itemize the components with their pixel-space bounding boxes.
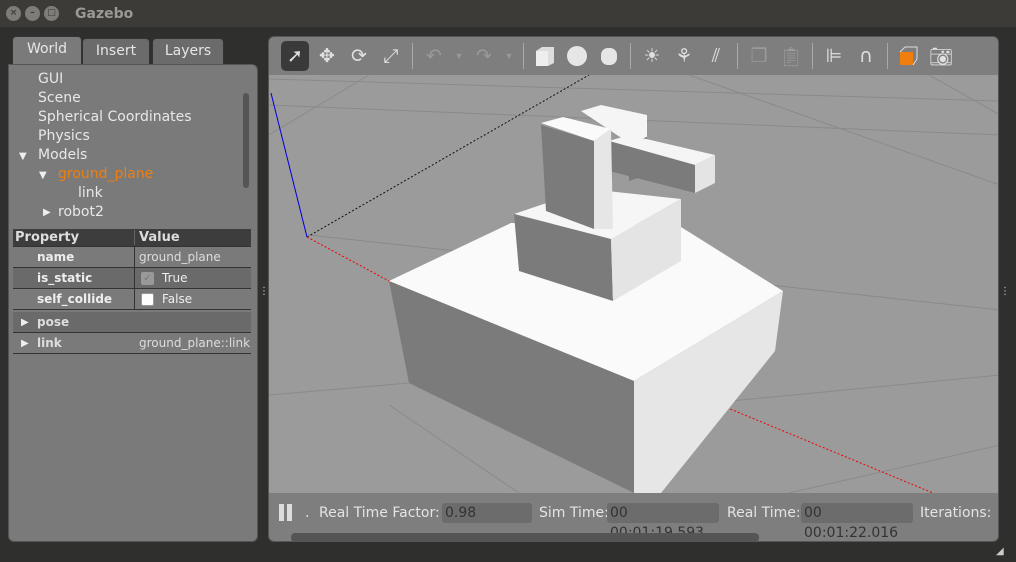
tree-item-ground-plane[interactable]: ground_plane bbox=[58, 166, 153, 182]
maximize-window-button[interactable]: □ bbox=[44, 6, 59, 21]
tree-item-physics[interactable]: Physics bbox=[38, 128, 90, 144]
translate-icon[interactable]: ✥ bbox=[313, 41, 341, 71]
cylinder-icon[interactable] bbox=[595, 41, 623, 71]
window-title: Gazebo bbox=[75, 5, 134, 22]
tree-item-link[interactable]: link bbox=[78, 185, 103, 201]
redo-dropdown-icon[interactable]: ▾ bbox=[502, 41, 516, 71]
real-time-value: 00 00:01:22.016 bbox=[801, 503, 913, 541]
sim-time-label: Sim Time: bbox=[539, 505, 609, 521]
undo-icon[interactable]: ↶ bbox=[420, 41, 448, 71]
iterations-label: Iterations: bbox=[920, 505, 992, 521]
world-panel: GUI Scene Spherical Coordinates Physics … bbox=[8, 64, 258, 542]
property-value: ground_plane::link bbox=[139, 336, 251, 350]
sphere-icon[interactable] bbox=[563, 41, 591, 71]
pause-icon[interactable] bbox=[279, 504, 284, 521]
scene-render[interactable] bbox=[269, 74, 999, 494]
real-time-factor-label: Real Time Factor: bbox=[319, 505, 440, 521]
property-key: self_collide bbox=[13, 289, 135, 309]
property-value: False bbox=[162, 292, 193, 306]
status-bar: . Real Time Factor: 0.98 Sim Time: 00 00… bbox=[269, 493, 998, 541]
property-key: is_static bbox=[13, 268, 135, 288]
tree-item-gui[interactable]: GUI bbox=[38, 71, 63, 87]
resize-grip-icon[interactable]: ◢ bbox=[996, 546, 1004, 557]
box-icon[interactable] bbox=[531, 41, 559, 71]
property-row-pose[interactable]: ▶ pose bbox=[13, 312, 251, 333]
value-column-header: Value bbox=[139, 230, 180, 245]
horizontal-scrollbar[interactable] bbox=[291, 533, 759, 541]
tree-scrollbar[interactable] bbox=[243, 93, 249, 188]
paste-icon[interactable]: 📋︎ bbox=[777, 41, 805, 71]
tab-insert[interactable]: Insert bbox=[82, 38, 150, 65]
sim-time-value: 00 00:01:19.593 bbox=[607, 503, 719, 541]
splitter-handle-right[interactable]: ⋮ bbox=[1000, 286, 1010, 297]
toolbar: ➚ ✥ ⟳ ⤢ ↶ ▾ ↷ ▾ ☀ ⚘ ⫽ ❐ 📋︎ ⊫ ∩ 📷︎ bbox=[269, 37, 998, 75]
step-icon[interactable]: . bbox=[305, 505, 309, 521]
real-time-factor-value: 0.98 bbox=[442, 503, 532, 523]
property-key: name bbox=[13, 247, 135, 267]
3d-viewport[interactable] bbox=[269, 74, 999, 494]
scene-panel: ➚ ✥ ⟳ ⤢ ↶ ▾ ↷ ▾ ☀ ⚘ ⫽ ❐ 📋︎ ⊫ ∩ 📷︎ . Real… bbox=[268, 36, 999, 542]
align-icon[interactable]: ⊫ bbox=[820, 41, 848, 71]
pause-icon-bar bbox=[287, 504, 292, 521]
is-static-checkbox[interactable]: ✓ bbox=[141, 271, 154, 285]
spot-light-icon[interactable]: ⚘ bbox=[670, 41, 698, 71]
directional-light-icon[interactable]: ⫽ bbox=[702, 41, 730, 71]
title-bar: × – □ Gazebo bbox=[0, 0, 1016, 27]
self-collide-checkbox[interactable] bbox=[141, 292, 154, 306]
screenshot-camera-icon[interactable]: 📷︎ bbox=[927, 41, 955, 71]
minimize-window-button[interactable]: – bbox=[25, 6, 40, 21]
robot-model bbox=[389, 105, 783, 493]
property-value: True bbox=[162, 271, 188, 285]
z-axis-line bbox=[270, 92, 308, 238]
tab-world[interactable]: World bbox=[12, 36, 82, 65]
splitter-handle[interactable]: ⋮ bbox=[259, 286, 269, 297]
x-axis-line bbox=[306, 236, 390, 282]
property-row-self-collide[interactable]: self_collide False bbox=[13, 289, 251, 310]
close-window-button[interactable]: × bbox=[6, 6, 21, 21]
scale-icon[interactable]: ⤢ bbox=[377, 41, 405, 71]
tree-item-robot2[interactable]: robot2 bbox=[58, 204, 104, 220]
expand-down-icon[interactable]: ▼ bbox=[19, 151, 27, 162]
view-angle-icon[interactable] bbox=[895, 41, 923, 71]
property-column-header: Property bbox=[13, 230, 135, 245]
undo-dropdown-icon[interactable]: ▾ bbox=[452, 41, 466, 71]
tree-item-scene[interactable]: Scene bbox=[38, 90, 81, 106]
tree-item-models[interactable]: Models bbox=[38, 147, 87, 163]
property-row-name[interactable]: name ground_plane bbox=[13, 247, 251, 268]
property-table: Property Value name ground_plane is_stat… bbox=[13, 229, 251, 354]
tab-layers[interactable]: Layers bbox=[152, 38, 224, 65]
property-row-is-static[interactable]: is_static ✓ True bbox=[13, 268, 251, 289]
property-value: ground_plane bbox=[139, 250, 221, 264]
property-key: link bbox=[37, 336, 62, 350]
real-time-label: Real Time: bbox=[727, 505, 801, 521]
magnet-icon[interactable]: ∩ bbox=[852, 41, 880, 71]
property-header: Property Value bbox=[13, 229, 251, 247]
property-row-link[interactable]: ▶ link ground_plane::link bbox=[13, 333, 251, 354]
tree-item-spherical-coordinates[interactable]: Spherical Coordinates bbox=[38, 109, 192, 125]
select-arrow-icon[interactable]: ➚ bbox=[281, 41, 309, 71]
expand-down-icon[interactable]: ▼ bbox=[39, 170, 47, 181]
point-light-icon[interactable]: ☀ bbox=[638, 41, 666, 71]
redo-icon[interactable]: ↷ bbox=[470, 41, 498, 71]
rotate-icon[interactable]: ⟳ bbox=[345, 41, 373, 71]
expand-right-icon[interactable]: ▶ bbox=[21, 317, 29, 328]
expand-right-icon[interactable]: ▶ bbox=[43, 207, 51, 218]
copy-icon[interactable]: ❐ bbox=[745, 41, 773, 71]
expand-right-icon[interactable]: ▶ bbox=[21, 338, 29, 349]
